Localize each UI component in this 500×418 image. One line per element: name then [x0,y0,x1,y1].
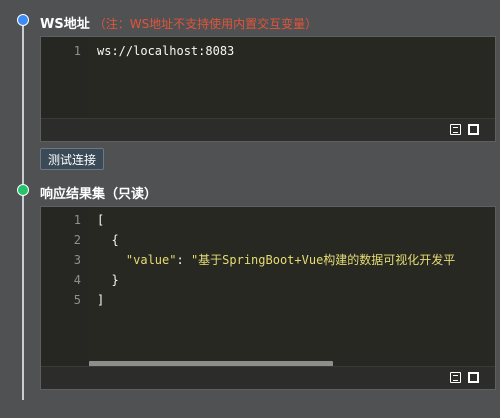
timeline-dot-result [17,184,29,196]
timeline-line [22,20,24,400]
result-editor[interactable]: 1 2 3 4 5 [ { "value": "基于SpringBoot+Vue… [40,206,496,390]
test-connection-button[interactable]: 测试连接 [40,148,104,170]
code-line: } [97,273,119,287]
code-line: ws://localhost:8083 [97,44,235,58]
fullscreen-icon[interactable] [468,124,479,135]
code-line: { [97,233,119,247]
ws-editor-footer [41,118,495,141]
line-number: 1 [73,44,81,58]
code-line-value: "value": "基于SpringBoot+Vue构建的数据可视化开发平 [125,253,456,267]
timeline-dot-ws [17,14,29,26]
code-line: ] [97,293,105,307]
fullscreen-icon[interactable] [468,372,479,383]
result-editor-gutter: 1 2 3 4 5 [41,207,89,367]
line-number: 5 [73,293,81,307]
code-line: [ [97,213,105,227]
copy-icon[interactable] [450,124,461,135]
ws-editor-code[interactable]: ws://localhost:8083 [89,37,495,119]
line-number: 2 [73,233,81,247]
json-value: "基于SpringBoot+Vue构建的数据可视化开发平 [190,253,456,267]
result-editor-footer [41,366,495,389]
ws-editor-gutter: 1 [41,37,89,119]
ws-section-title: WS地址 （注：WS地址不支持使用内置交互变量） [40,13,317,32]
result-editor-code[interactable]: [ { "value": "基于SpringBoot+Vue构建的数据可视化开发… [89,207,495,367]
line-number: 3 [73,253,81,267]
result-title-text: 响应结果集（只读） [40,187,158,202]
copy-icon[interactable] [450,372,461,383]
ws-address-editor[interactable]: 1 ws://localhost:8083 [40,36,496,142]
ws-title-text: WS地址 [40,17,90,32]
line-number: 1 [73,213,81,227]
json-key: "value" [125,253,177,267]
result-section-title: 响应结果集（只读） [40,183,157,202]
line-number: 4 [73,273,81,287]
ws-note-text: （注：WS地址不支持使用内置交互变量） [93,17,318,31]
